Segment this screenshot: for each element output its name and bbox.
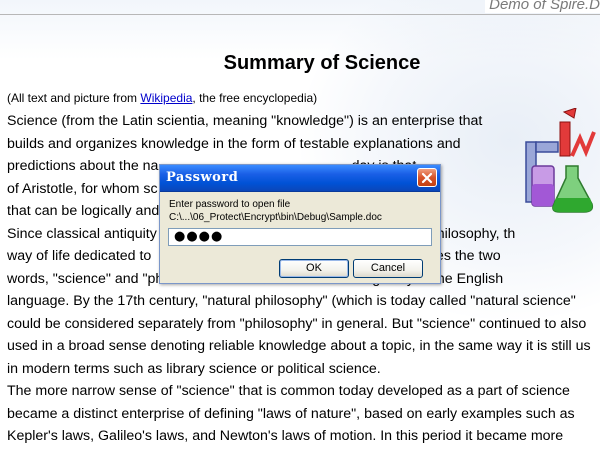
attribution-prefix: (All text and picture from	[7, 91, 141, 105]
body-line: Kepler's laws, Galileo's laws, and Newto…	[7, 428, 564, 444]
ok-button[interactable]: OK	[279, 259, 349, 278]
password-prompt: Enter password to open file	[169, 199, 291, 210]
dialog-titlebar[interactable]: Password	[160, 165, 440, 192]
body-line: in modern terms such as library science …	[7, 360, 381, 377]
document-title: Summary of Science	[223, 52, 421, 74]
dialog-title: Password	[166, 170, 239, 185]
close-icon	[421, 172, 433, 184]
close-button[interactable]	[417, 168, 437, 187]
body-line: used in a broad sense denoting reliable …	[7, 338, 591, 354]
password-dialog: Password Enter password to open file C:\…	[159, 164, 441, 284]
header-divider	[0, 14, 600, 15]
body-line: became a distinct enterprise of defining…	[7, 405, 575, 422]
cancel-button[interactable]: Cancel	[353, 259, 423, 278]
science-flask-logo	[525, 108, 596, 213]
body-line: builds and organizes knowledge in the fo…	[7, 135, 461, 152]
file-path-label: C:\...\06_Protect\Encrypt\bin\Debug\Samp…	[169, 212, 382, 223]
password-input[interactable]: ●●●●	[168, 228, 432, 246]
body-line: Science (from the Latin scientia, meanin…	[7, 113, 483, 129]
attribution-line: (All text and picture from Wikipedia, th…	[7, 91, 317, 105]
document-header: Demo of Spire.D	[485, 0, 600, 13]
attribution-suffix: , the free encyclopedia)	[192, 91, 318, 105]
body-line: could be considered separately from "phi…	[7, 315, 587, 332]
body-line: language. By the 17th century, "natural …	[7, 293, 576, 309]
body-line: The more narrow sense of "science" that …	[7, 383, 570, 399]
wikipedia-link[interactable]: Wikipedia	[140, 91, 192, 105]
